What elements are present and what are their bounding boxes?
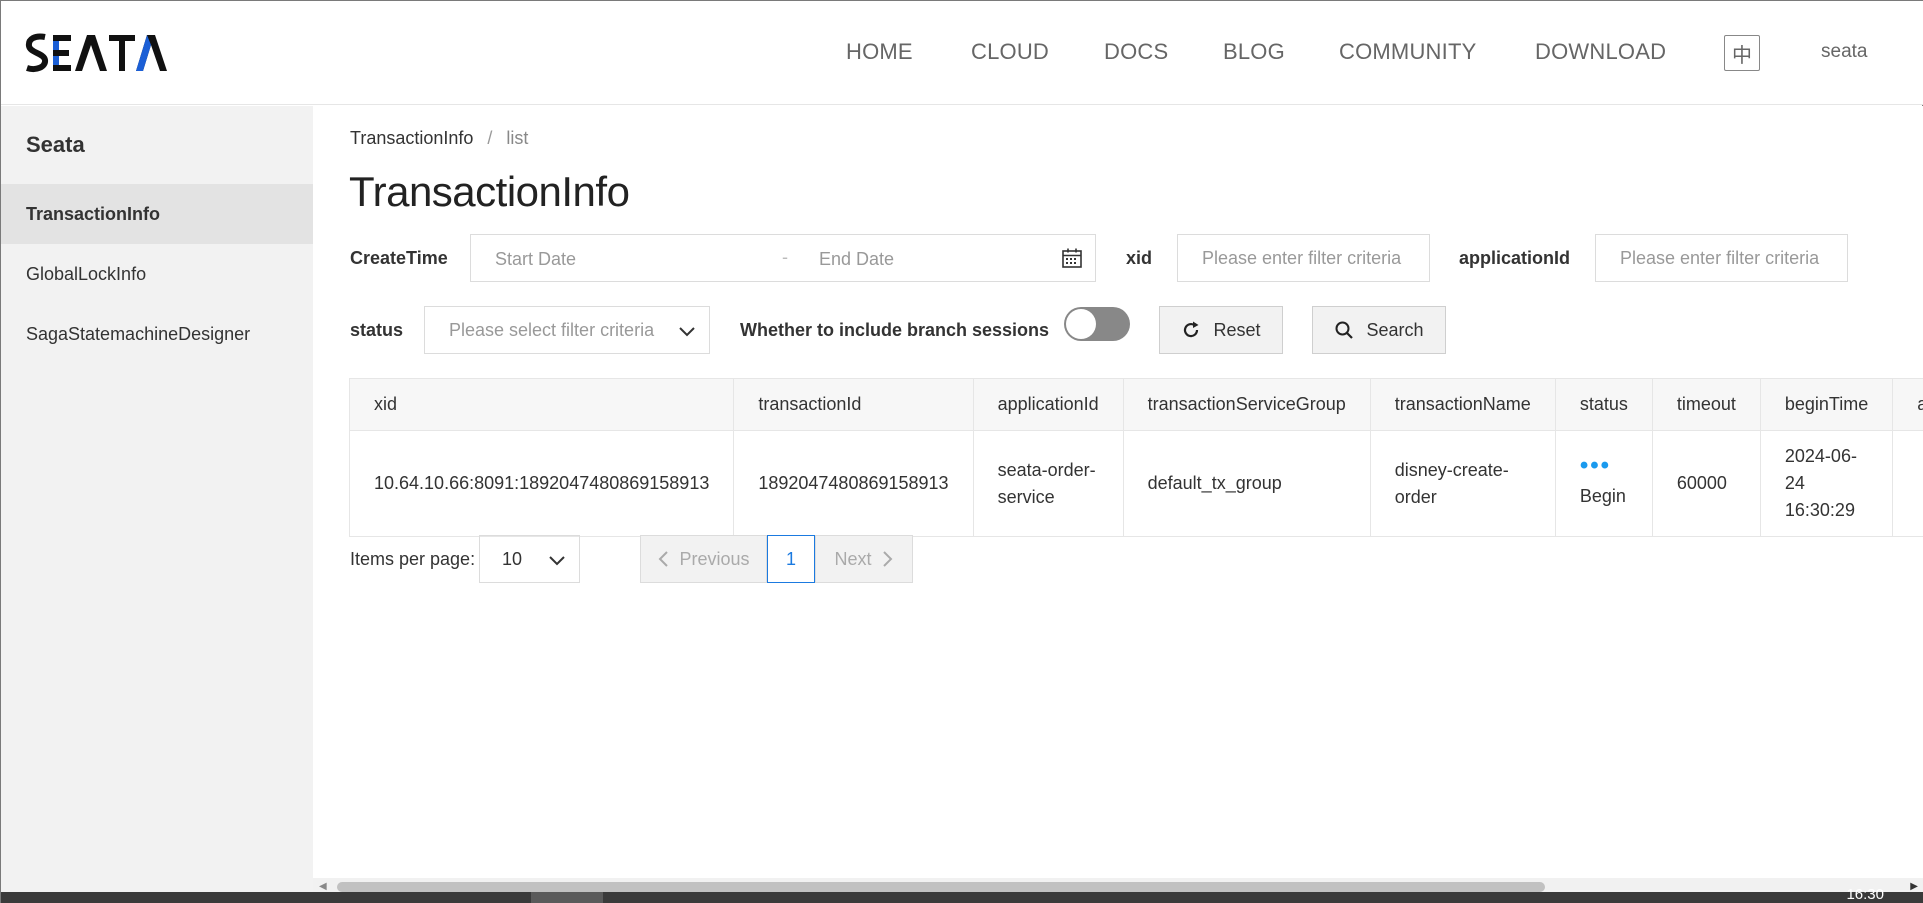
refresh-icon: [1184, 321, 1199, 338]
top-header: HOME CLOUD DOCS BLOG COMMUNITY DOWNLOAD …: [1, 1, 1923, 105]
page-number-1[interactable]: 1: [767, 535, 815, 583]
nav-community[interactable]: COMMUNITY: [1339, 39, 1476, 65]
cell-status: ••• Begin: [1554, 430, 1653, 537]
table-header-row: xid transactionId applicationId transact…: [349, 378, 1923, 431]
sidebar-title: Seata: [26, 132, 85, 157]
nav-docs[interactable]: DOCS: [1104, 39, 1168, 65]
cell-transactionservicegroup: default_tx_group: [1122, 430, 1371, 537]
nav-cloud[interactable]: CLOUD: [971, 39, 1049, 65]
items-per-page-label: Items per page:: [350, 549, 476, 569]
cell-applicationid: seata-order-service: [972, 430, 1124, 537]
nav-blog[interactable]: BLOG: [1223, 39, 1285, 65]
taskbar-active-app[interactable]: [531, 892, 603, 903]
status-text: Begin: [1579, 486, 1626, 506]
sidebar-item-globallockinfo[interactable]: GlobalLockInfo: [1, 244, 313, 304]
sidebar-item-transactioninfo[interactable]: TransactionInfo: [1, 184, 313, 244]
next-label: Next: [834, 548, 872, 569]
search-icon: [1335, 321, 1354, 339]
column-header-status[interactable]: status: [1554, 378, 1653, 431]
previous-page-button[interactable]: Previous: [640, 535, 767, 583]
search-button[interactable]: Search: [1312, 306, 1446, 354]
column-header-applicationid[interactable]: applicationId: [972, 378, 1124, 431]
chevron-right-icon: [882, 551, 892, 567]
date-range-picker[interactable]: Start Date - End Date: [470, 234, 1096, 282]
chevron-down-icon: [549, 556, 565, 566]
applicationid-input[interactable]: Please enter filter criteria: [1595, 234, 1848, 282]
page-title: TransactionInfo: [349, 168, 630, 215]
nav-download[interactable]: DOWNLOAD: [1535, 39, 1666, 65]
table-row[interactable]: 10.64.10.66:8091:1892047480869158913 189…: [349, 430, 1923, 537]
scrollbar-thumb[interactable]: [337, 882, 1545, 892]
scroll-right-icon[interactable]: ▶: [1910, 881, 1918, 892]
cell-app: [1892, 430, 1923, 537]
cell-timeout: 60000: [1651, 430, 1761, 537]
cell-transactionid: 1892047480869158913: [733, 430, 974, 537]
main-content: TransactionInfo / list TransactionInfo C…: [313, 106, 1923, 903]
toggle-knob: [1066, 309, 1096, 339]
xid-input[interactable]: Please enter filter criteria: [1177, 234, 1430, 282]
cell-xid: 10.64.10.66:8091:1892047480869158913: [349, 430, 735, 537]
start-date-input[interactable]: Start Date: [495, 249, 576, 270]
breadcrumb-root[interactable]: TransactionInfo: [350, 128, 473, 149]
os-taskbar: 16:30: [1, 886, 1923, 903]
page-size-select[interactable]: 10: [479, 535, 580, 583]
chevron-down-icon: [679, 327, 695, 337]
calendar-icon[interactable]: [1061, 247, 1083, 269]
taskbar-clock: 16:30: [1846, 886, 1884, 903]
reset-label: Reset: [1213, 319, 1261, 340]
chevron-left-icon: [659, 551, 669, 567]
branch-sessions-toggle[interactable]: [1064, 307, 1130, 341]
status-loading-icon: •••: [1579, 452, 1612, 479]
cell-transactionname: disney-create-order: [1369, 430, 1556, 537]
sidebar-item-sagastatemachinedesigner[interactable]: SagaStatemachineDesigner: [1, 304, 313, 364]
end-date-input[interactable]: End Date: [819, 249, 894, 270]
column-header-begintime[interactable]: beginTime: [1759, 378, 1894, 431]
transaction-table: xid transactionId applicationId transact…: [349, 378, 1923, 542]
language-toggle-button[interactable]: 中: [1724, 35, 1760, 71]
page-size-value: 10: [502, 548, 523, 569]
previous-label: Previous: [679, 548, 750, 569]
column-header-app[interactable]: app: [1892, 378, 1923, 431]
reset-button[interactable]: Reset: [1159, 306, 1283, 354]
user-name[interactable]: seata: [1821, 41, 1867, 63]
applicationid-label: applicationId: [1459, 248, 1571, 268]
search-label: Search: [1366, 319, 1424, 340]
column-header-timeout[interactable]: timeout: [1651, 378, 1761, 431]
breadcrumb: TransactionInfo / list: [350, 128, 528, 149]
status-select-placeholder: Please select filter criteria: [449, 319, 655, 340]
status-select[interactable]: Please select filter criteria: [424, 306, 710, 354]
createtime-label: CreateTime: [350, 248, 448, 268]
breadcrumb-current: list: [506, 128, 529, 148]
cell-begintime: 2024-06-24 16:30:29: [1759, 430, 1894, 537]
next-page-button[interactable]: Next: [815, 535, 913, 583]
pagination: Previous 1 Next: [640, 535, 913, 583]
nav-home[interactable]: HOME: [846, 39, 913, 65]
column-header-transactionname[interactable]: transactionName: [1369, 378, 1556, 431]
date-range-separator: -: [782, 247, 788, 267]
scroll-left-icon[interactable]: ◀: [319, 881, 327, 892]
sidebar: Seata TransactionInfo GlobalLockInfo Sag…: [1, 106, 313, 903]
status-label: status: [350, 320, 404, 340]
column-header-xid[interactable]: xid: [349, 378, 735, 431]
xid-label: xid: [1126, 248, 1153, 268]
column-header-transactionservicegroup[interactable]: transactionServiceGroup: [1122, 378, 1371, 431]
breadcrumb-separator: /: [487, 128, 493, 148]
seata-logo[interactable]: [25, 31, 175, 75]
branch-sessions-label: Whether to include branch sessions: [740, 320, 1050, 340]
column-header-transactionid[interactable]: transactionId: [733, 378, 974, 431]
